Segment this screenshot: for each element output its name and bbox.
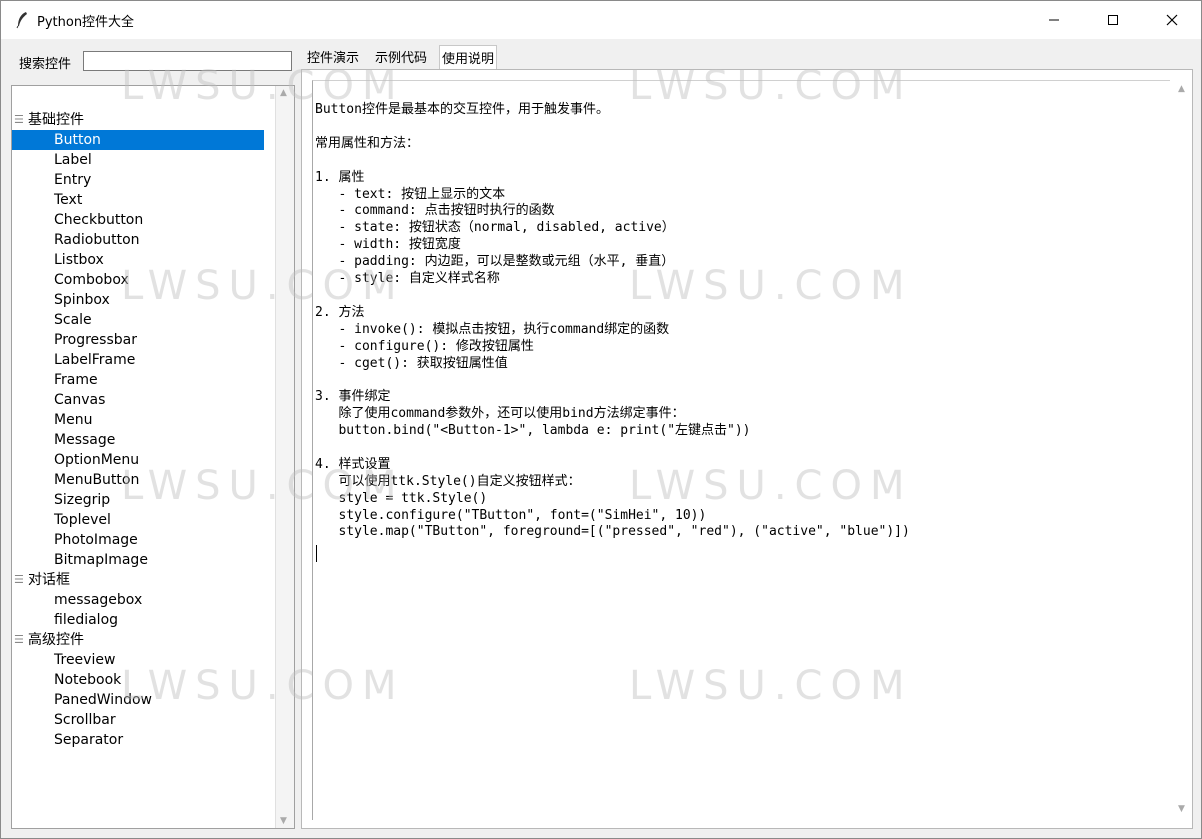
tree-item[interactable]: OptionMenu xyxy=(54,450,139,470)
usage-text[interactable]: Button控件是最基本的交互控件，用于触发事件。 常用属性和方法： 1. 属性 -… xyxy=(312,80,1170,820)
tree-item[interactable]: Progressbar xyxy=(54,330,137,350)
minimize-button[interactable] xyxy=(1025,1,1083,39)
doc-line: 4. 样式设置 xyxy=(315,457,391,472)
doc-line: 常用属性和方法： xyxy=(315,136,420,151)
doc-line: - text: 按钮上显示的文本 xyxy=(315,187,506,202)
tree-group-label: 高级控件 xyxy=(28,632,84,648)
tree-item[interactable]: Message xyxy=(54,430,115,450)
search-input[interactable] xyxy=(83,51,292,71)
tree-group[interactable]: ☰ 对话框 xyxy=(14,570,70,590)
tree-item[interactable]: Menu xyxy=(54,410,92,430)
tree-item[interactable]: Spinbox xyxy=(54,290,110,310)
tree-item[interactable]: Checkbutton xyxy=(54,210,143,230)
control-tree[interactable]: ☰ 基础控件 Button Label Entry Text Checkbutton Radi… xyxy=(11,85,295,829)
app-window: Python控件大全 搜索控件 ☰ 基础控件 Button Label Entry Tex… xyxy=(0,0,1202,839)
window-title: Python控件大全 xyxy=(37,15,135,30)
scroll-up-icon[interactable]: ▲ xyxy=(280,88,287,98)
doc-line: style.map("TButton", foreground=[("press… xyxy=(315,524,910,539)
doc-line: style = ttk.Style() xyxy=(315,491,488,506)
text-scrollbar[interactable]: ▲ ▼ xyxy=(1172,70,1192,828)
tree-item[interactable]: Radiobutton xyxy=(54,230,140,250)
usage-panel: Button控件是最基本的交互控件，用于触发事件。 常用属性和方法： 1. 属性 -… xyxy=(301,69,1193,829)
tree-item[interactable]: Notebook xyxy=(54,670,121,690)
doc-line: 除了使用command参数外，还可以使用bind方法绑定事件： xyxy=(315,406,685,421)
text-caret xyxy=(316,545,317,562)
doc-line: Button控件是最基本的交互控件，用于触发事件。 xyxy=(315,102,609,117)
tree-item[interactable]: Button xyxy=(12,130,264,150)
maximize-button[interactable] xyxy=(1084,1,1142,39)
doc-line: - configure(): 修改按钮属性 xyxy=(315,339,534,354)
close-button[interactable] xyxy=(1143,1,1201,39)
doc-line: - invoke(): 模拟点击按钮，执行command绑定的函数 xyxy=(315,322,670,337)
tree-item[interactable]: filedialog xyxy=(54,610,118,630)
doc-line: style.configure("TButton", font=("SimHei… xyxy=(315,508,707,523)
tree-group[interactable]: ☰ 高级控件 xyxy=(14,630,84,650)
expander-icon[interactable]: ☰ xyxy=(14,630,28,650)
tab-demo[interactable]: 控件演示 xyxy=(305,45,361,69)
doc-line: - style: 自定义样式名称 xyxy=(315,271,500,286)
doc-line: button.bind("<Button-1>", lambda e: prin… xyxy=(315,423,751,438)
doc-line: 2. 方法 xyxy=(315,305,365,320)
tree-item[interactable]: MenuButton xyxy=(54,470,139,490)
doc-line: - command: 点击按钮时执行的函数 xyxy=(315,203,555,218)
tree-item[interactable]: Scrollbar xyxy=(54,710,116,730)
tree-item[interactable]: Sizegrip xyxy=(54,490,110,510)
tree-item[interactable]: Listbox xyxy=(54,250,104,270)
doc-line: - padding: 内边距，可以是整数或元组（水平, 垂直） xyxy=(315,254,675,269)
tree-scrollbar[interactable]: ▲ ▼ xyxy=(275,86,294,828)
doc-line: - width: 按钮宽度 xyxy=(315,237,461,252)
doc-line: - cget(): 获取按钮属性值 xyxy=(315,356,508,371)
scroll-up-icon[interactable]: ▲ xyxy=(1178,84,1185,94)
tree-item[interactable]: Text xyxy=(54,190,82,210)
title-bar[interactable]: Python控件大全 xyxy=(1,1,1201,39)
scroll-down-icon[interactable]: ▼ xyxy=(280,816,287,826)
feather-icon xyxy=(16,12,27,29)
tab-sample-code[interactable]: 示例代码 xyxy=(373,45,429,69)
doc-line: - state: 按钮状态（normal, disabled, active） xyxy=(315,220,675,235)
tree-group-label: 对话框 xyxy=(28,572,70,588)
tree-item[interactable]: PanedWindow xyxy=(54,690,152,710)
tree-item[interactable]: messagebox xyxy=(54,590,142,610)
expander-icon[interactable]: ☰ xyxy=(14,570,28,590)
doc-line: 可以使用ttk.Style()自定义按钮样式： xyxy=(315,474,581,489)
tab-usage[interactable]: 使用说明 xyxy=(439,45,498,70)
tree-item[interactable]: Scale xyxy=(54,310,92,330)
tree-item[interactable]: Canvas xyxy=(54,390,105,410)
tree-group[interactable]: ☰ 基础控件 xyxy=(14,110,84,130)
tree-item[interactable]: Separator xyxy=(54,730,123,750)
expander-icon[interactable]: ☰ xyxy=(14,110,28,130)
minimize-icon xyxy=(1049,19,1059,21)
doc-line: 1. 属性 xyxy=(315,170,365,185)
tree-item[interactable]: Label xyxy=(54,150,92,170)
tree-item[interactable]: PhotoImage xyxy=(54,530,138,550)
tree-item[interactable]: Frame xyxy=(54,370,98,390)
search-label: 搜索控件 xyxy=(19,57,72,72)
close-icon xyxy=(1166,14,1178,26)
maximize-icon xyxy=(1108,15,1118,25)
tree-item[interactable]: BitmapImage xyxy=(54,550,148,570)
tree-item[interactable]: Entry xyxy=(54,170,91,190)
scroll-down-icon[interactable]: ▼ xyxy=(1178,804,1185,814)
tree-group-label: 基础控件 xyxy=(28,112,84,128)
tree-item[interactable]: Treeview xyxy=(54,650,115,670)
tree-item[interactable]: LabelFrame xyxy=(54,350,135,370)
doc-line: 3. 事件绑定 xyxy=(315,389,391,404)
tree-item[interactable]: Combobox xyxy=(54,270,129,290)
tree-item[interactable]: Toplevel xyxy=(54,510,111,530)
